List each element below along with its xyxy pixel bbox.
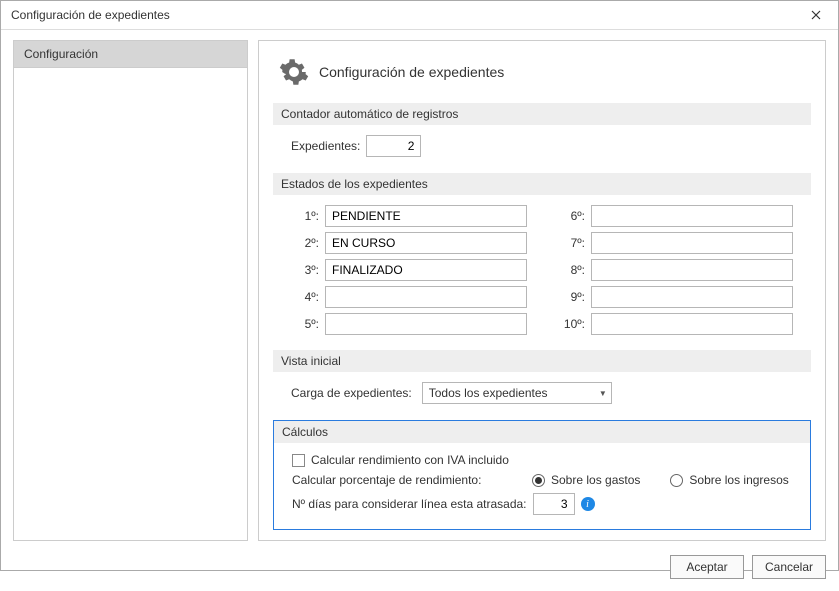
radio-gastos[interactable]: Sobre los gastos xyxy=(532,473,640,487)
state-input-7[interactable] xyxy=(591,232,793,254)
iva-label: Calcular rendimiento con IVA incluido xyxy=(311,453,509,467)
state-input-3[interactable] xyxy=(325,259,527,281)
carga-label: Carga de expedientes: xyxy=(291,386,412,400)
panel-header: Configuración de expedientes xyxy=(273,51,811,93)
close-button[interactable] xyxy=(794,1,838,29)
days-label: Nº días para considerar línea esta atras… xyxy=(292,497,527,511)
state-label: 4º: xyxy=(291,290,319,304)
state-input-2[interactable] xyxy=(325,232,527,254)
radio-gastos-label: Sobre los gastos xyxy=(551,473,640,487)
state-label: 7º: xyxy=(557,236,585,250)
expedientes-input[interactable] xyxy=(366,135,421,157)
states-col-left: 1º: 2º: 3º: 4º: 5º: xyxy=(291,205,527,340)
dialog-footer: Aceptar Cancelar xyxy=(1,547,838,591)
cancel-button[interactable]: Cancelar xyxy=(752,555,826,579)
pct-label: Calcular porcentaje de rendimiento: xyxy=(292,473,502,487)
checkbox-icon xyxy=(292,454,305,467)
state-input-8[interactable] xyxy=(591,259,793,281)
window-title: Configuración de expedientes xyxy=(11,8,170,22)
gear-icon xyxy=(279,57,309,87)
state-label: 10º: xyxy=(557,317,585,331)
titlebar: Configuración de expedientes xyxy=(1,1,838,30)
section-counter-header: Contador automático de registros xyxy=(273,103,811,125)
state-label: 5º: xyxy=(291,317,319,331)
state-label: 3º: xyxy=(291,263,319,277)
state-label: 1º: xyxy=(291,209,319,223)
radio-ingresos[interactable]: Sobre los ingresos xyxy=(670,473,788,487)
state-label: 9º: xyxy=(557,290,585,304)
state-label: 2º: xyxy=(291,236,319,250)
state-input-10[interactable] xyxy=(591,313,793,335)
close-icon xyxy=(811,10,821,20)
section-states-header: Estados de los expedientes xyxy=(273,173,811,195)
states-col-right: 6º: 7º: 8º: 9º: 10º: xyxy=(557,205,793,340)
radio-ingresos-label: Sobre los ingresos xyxy=(689,473,788,487)
sidebar: Configuración xyxy=(13,40,248,541)
carga-selected: Todos los expedientes xyxy=(429,386,548,400)
panel-title: Configuración de expedientes xyxy=(319,64,504,80)
info-icon[interactable]: i xyxy=(581,497,595,511)
carga-dropdown[interactable]: Todos los expedientes ▼ xyxy=(422,382,612,404)
state-label: 8º: xyxy=(557,263,585,277)
iva-checkbox[interactable]: Calcular rendimiento con IVA incluido xyxy=(292,453,509,467)
days-input[interactable] xyxy=(533,493,575,515)
main-panel: Configuración de expedientes Contador au… xyxy=(258,40,826,541)
expedientes-label: Expedientes: xyxy=(291,139,360,153)
sidebar-item-label: Configuración xyxy=(24,47,98,61)
radio-icon xyxy=(532,474,545,487)
section-calculos: Cálculos Calcular rendimiento con IVA in… xyxy=(273,420,811,530)
sidebar-item-configuracion[interactable]: Configuración xyxy=(14,41,247,68)
chevron-down-icon: ▼ xyxy=(599,389,607,398)
accept-button[interactable]: Aceptar xyxy=(670,555,744,579)
state-input-1[interactable] xyxy=(325,205,527,227)
state-input-4[interactable] xyxy=(325,286,527,308)
dialog-window: Configuración de expedientes Configuraci… xyxy=(0,0,839,571)
radio-icon xyxy=(670,474,683,487)
state-input-9[interactable] xyxy=(591,286,793,308)
section-calc-header: Cálculos xyxy=(274,421,810,443)
section-view-header: Vista inicial xyxy=(273,350,811,372)
dialog-body: Configuración Configuración de expedient… xyxy=(1,30,838,547)
state-input-5[interactable] xyxy=(325,313,527,335)
state-input-6[interactable] xyxy=(591,205,793,227)
state-label: 6º: xyxy=(557,209,585,223)
